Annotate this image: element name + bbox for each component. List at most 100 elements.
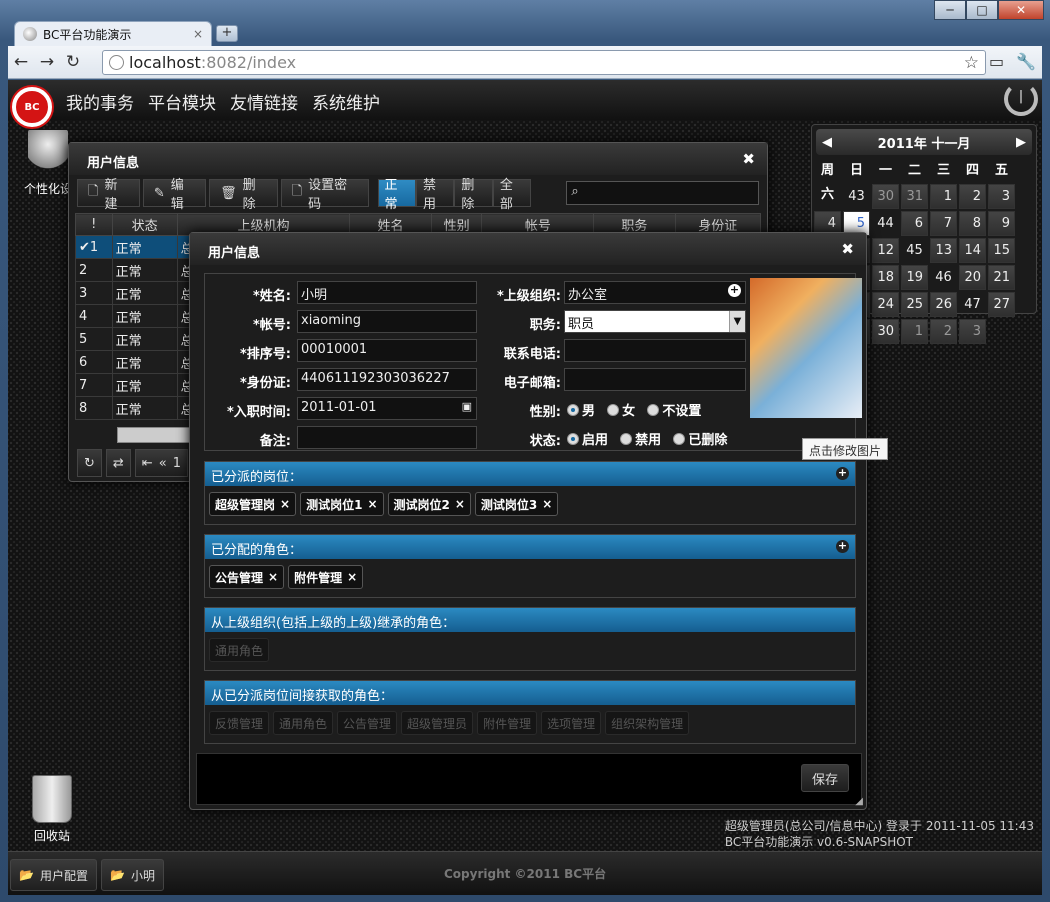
refresh-button[interactable]: ↻ [77,449,102,477]
toggle-button[interactable]: ⇄ [105,449,131,477]
tab-close-icon[interactable]: × [193,27,203,41]
idcard-field[interactable]: 440611192303036227 [297,368,477,391]
edit-button[interactable]: ✎ 编辑 [142,178,207,212]
forward-arrow-icon[interactable]: → [34,52,60,72]
calendar-day[interactable]: 30 [872,184,899,209]
calendar-day[interactable]: 14 [959,238,986,263]
reload-icon[interactable]: ↻ [60,52,86,72]
add-post-icon[interactable]: + [836,467,849,480]
calendar-day[interactable]: 31 [901,184,928,209]
star-icon[interactable]: ☆ [964,53,979,73]
chip[interactable]: 公告管理 × [209,565,285,589]
filter-deleted[interactable]: 删除 [454,178,493,212]
calendar-day[interactable]: 27 [988,292,1015,317]
menu-item-maintenance[interactable]: 系统维护 [312,89,380,114]
remove-icon[interactable]: × [455,497,465,511]
resize-grip-icon[interactable]: ◢ [855,796,863,807]
calendar-day[interactable]: 6 [901,211,928,236]
calendar-day[interactable]: 9 [988,211,1015,236]
taskbar-xiaoming[interactable]: 📂 小明 [101,859,164,891]
calendar-icon[interactable]: ▣ [462,400,472,413]
filter-normal[interactable]: 正常 [377,178,416,212]
chip[interactable]: 测试岗位3 × [474,492,559,516]
chip[interactable]: 超级管理岗 × [209,492,297,516]
gender-female-radio[interactable]: 女 [607,400,635,419]
horizontal-scrollbar[interactable] [117,427,197,443]
power-icon[interactable]: | [1004,82,1038,116]
order-field[interactable]: 00010001 [297,339,477,362]
recycle-bin-shortcut[interactable]: 回收站 [22,775,82,844]
address-bar[interactable]: localhost:8082/index ☆ [102,50,986,75]
calendar-day[interactable]: 2 [959,184,986,209]
page-menu-icon[interactable]: ▭ [989,52,1004,71]
calendar-day[interactable]: 24 [872,292,899,317]
remove-icon[interactable]: × [542,497,552,511]
calendar-day[interactable]: 3 [988,184,1015,209]
state-deleted-radio[interactable]: 已删除 [673,429,727,448]
calendar-day[interactable]: 21 [988,265,1015,290]
back-arrow-icon[interactable]: ← [8,52,34,72]
chip[interactable]: 测试岗位1 × [300,492,384,516]
org-field[interactable]: 办公室 + [564,281,746,304]
calendar-day[interactable]: 2 [930,319,957,344]
email-field[interactable] [564,368,746,391]
calendar-day[interactable]: 13 [930,238,957,263]
calendar-day[interactable]: 20 [959,265,986,290]
name-field[interactable]: 小明 [297,281,477,304]
add-role-icon[interactable]: + [836,540,849,553]
menu-item-modules[interactable]: 平台模块 [148,89,216,114]
calendar-day[interactable]: 3 [959,319,986,344]
prev-month-icon[interactable]: ◀ [822,135,832,150]
new-tab-button[interactable]: + [216,25,238,42]
column-header[interactable]: ! [75,213,113,236]
new-button[interactable]: 🗋 新建 [77,178,140,212]
chip[interactable]: 附件管理 × [288,565,364,589]
calendar-day[interactable]: 25 [901,292,928,317]
account-field[interactable]: xiaoming [297,310,477,333]
remark-field[interactable] [297,426,477,449]
duty-select[interactable]: 职员 ▼ [564,310,746,333]
close-icon[interactable]: ✖ [742,150,755,168]
search-input[interactable]: ⌕ [566,181,759,205]
column-header[interactable]: 状态 [111,213,178,236]
phone-field[interactable] [564,339,746,362]
calendar-day[interactable]: 1 [901,319,928,344]
add-org-icon[interactable]: + [728,284,741,297]
wrench-icon[interactable]: 🔧 [1016,52,1036,71]
remove-icon[interactable]: × [347,570,357,584]
browser-tab[interactable]: BC平台功能演示 × [14,21,212,46]
menu-item-affairs[interactable]: 我的事务 [66,89,134,114]
taskbar-user-config[interactable]: 📂 用户配置 [10,859,97,891]
user-photo[interactable] [750,278,862,418]
calendar-day[interactable]: 7 [930,211,957,236]
filter-all[interactable]: 全部 [492,178,532,212]
menu-item-links[interactable]: 友情链接 [230,89,298,114]
hiredate-field[interactable]: 2011-01-01 ▣ [297,397,477,420]
calendar-day[interactable]: 8 [959,211,986,236]
calendar-day[interactable]: 30 [872,319,899,344]
calendar-day[interactable]: 15 [988,238,1015,263]
chip[interactable]: 测试岗位2 × [387,492,471,516]
delete-button[interactable]: 🗑 删除 [209,178,278,212]
gender-male-radio[interactable]: 男 [567,400,595,419]
remove-icon[interactable]: × [367,497,377,511]
pager[interactable]: ⇤ « 1 [134,449,188,477]
state-disabled-radio[interactable]: 禁用 [620,429,661,448]
next-month-icon[interactable]: ▶ [1016,135,1026,150]
calendar-day[interactable]: 26 [930,292,957,317]
save-button[interactable]: 保存 [800,764,849,792]
calendar-day[interactable]: 19 [901,265,928,290]
remove-icon[interactable]: × [268,570,278,584]
calendar-day[interactable]: 12 [872,238,899,263]
close-window-button[interactable]: ✕ [998,0,1044,20]
calendar-day[interactable]: 18 [872,265,899,290]
close-icon[interactable]: ✖ [841,240,854,258]
calendar-day[interactable]: 1 [930,184,957,209]
gender-unset-radio[interactable]: 不设置 [647,400,701,419]
remove-icon[interactable]: × [280,497,290,511]
set-password-button[interactable]: 🗋 设置密码 [280,178,369,212]
maximize-button[interactable]: □ [966,0,998,20]
state-enabled-radio[interactable]: 启用 [567,429,608,448]
filter-disabled[interactable]: 禁用 [415,178,455,212]
minimize-button[interactable]: ─ [934,0,966,20]
